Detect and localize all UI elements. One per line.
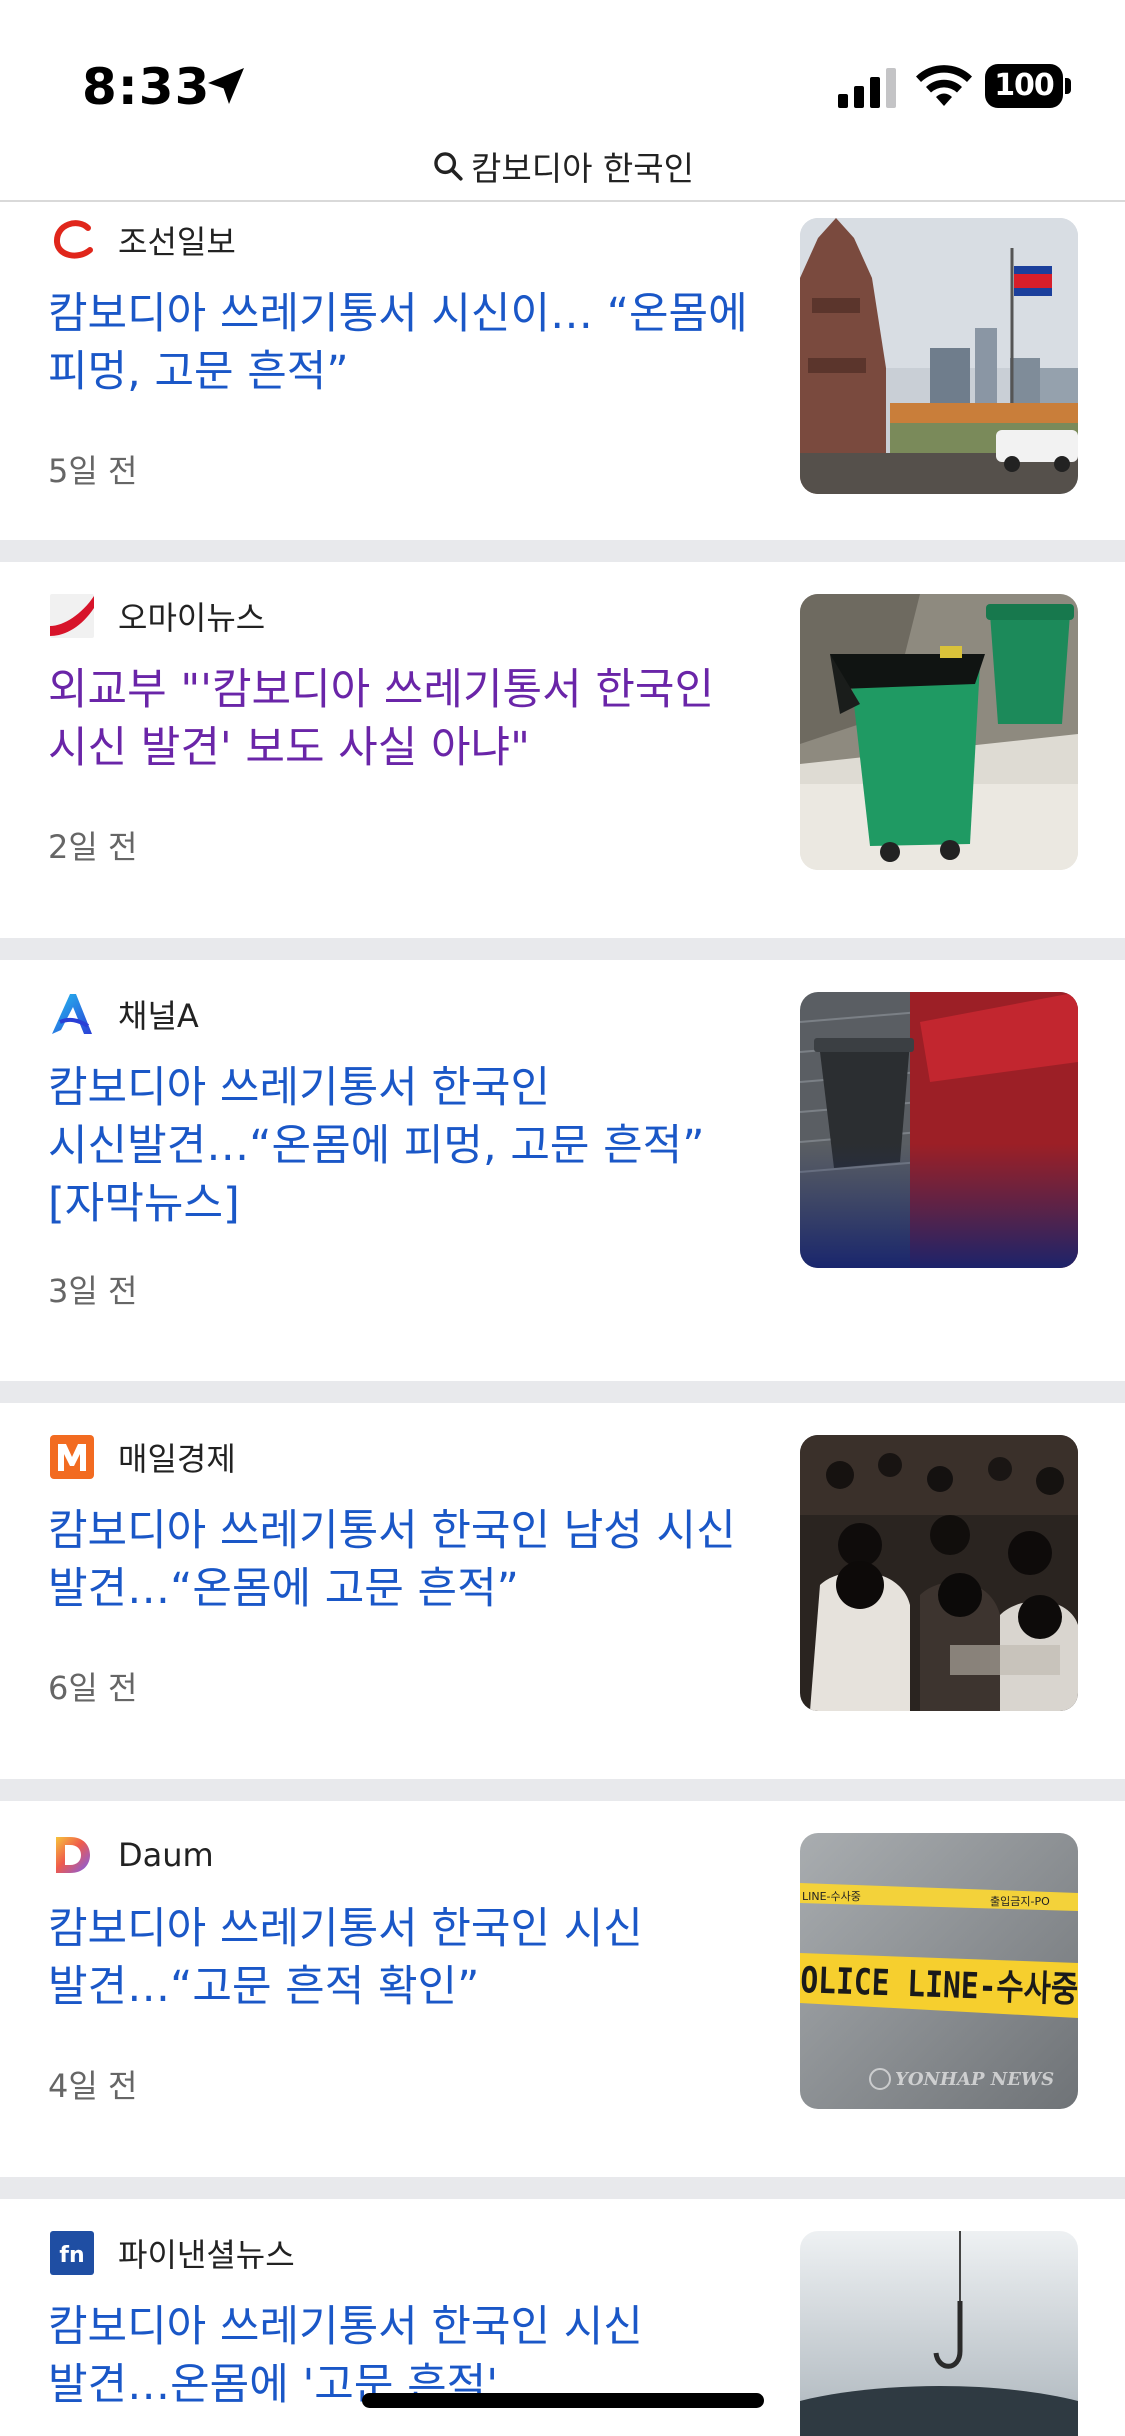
- article-thumbnail[interactable]: [800, 992, 1078, 1268]
- card-separator: [0, 1381, 1125, 1403]
- home-indicator[interactable]: [362, 2393, 764, 2408]
- source-row: fn 파이낸셜뉴스: [48, 2229, 295, 2277]
- published-age: 6일 전: [48, 1669, 138, 1707]
- chosun-logo-icon: [54, 220, 93, 259]
- fish-hook-photo: [800, 2231, 1078, 2436]
- card-separator: [0, 540, 1125, 562]
- tape-top-left-text: LINE-수사중: [802, 1890, 861, 1903]
- headline-link[interactable]: 캄보디아 쓰레기통서 한국인 시신발견…“온몸에 피멍, 고문 흔적” [자막뉴…: [48, 1059, 748, 1233]
- search-query-bar[interactable]: 캄보디아 한국인: [0, 130, 1125, 202]
- daum-logo-icon: [56, 1837, 90, 1873]
- green-trash-bins-photo: [800, 594, 1078, 870]
- source-name: 오마이뉴스: [118, 599, 266, 637]
- battery-level: 100: [985, 64, 1063, 108]
- news-card[interactable]: Daum 캄보디아 쓰레기통서 한국인 시신 발견…“고문 흔적 확인” 4일 …: [0, 1801, 1125, 2177]
- article-thumbnail[interactable]: [800, 594, 1078, 870]
- published-age: 2일 전: [48, 828, 138, 866]
- wifi-icon: [916, 65, 972, 106]
- headline-link[interactable]: 외교부 "'캄보디아 쓰레기통서 한국인 시신 발견' 보도 사실 아냐": [48, 661, 748, 777]
- source-name: 파이낸셜뉴스: [118, 2236, 295, 2274]
- source-name: 매일경제: [118, 1440, 236, 1478]
- published-age: 4일 전: [48, 2067, 138, 2105]
- source-name: 채널A: [118, 997, 199, 1035]
- svg-text:fn: fn: [59, 2243, 84, 2268]
- battery-icon: 100: [985, 64, 1071, 108]
- trash-bin-news-still-photo: [800, 992, 1078, 1268]
- source-row: 매일경제: [48, 1433, 236, 1481]
- source-name: Daum: [118, 1836, 214, 1874]
- article-thumbnail[interactable]: [800, 2231, 1078, 2436]
- article-thumbnail[interactable]: LINE-수사중 출입금지-PO OLICE LINE-수사중 YONHAP N…: [800, 1833, 1078, 2109]
- published-age: 5일 전: [48, 452, 138, 490]
- search-query-text: 캄보디아 한국인: [470, 149, 694, 188]
- published-age: 3일 전: [48, 1272, 138, 1310]
- financial-news-logo-icon: fn: [50, 2231, 94, 2275]
- status-time: 8:33: [82, 58, 211, 116]
- tape-top-right-text: 출입금지-PO: [990, 1895, 1050, 1908]
- source-row: 오마이뉴스: [48, 592, 265, 640]
- source-row: Daum: [48, 1831, 214, 1879]
- article-thumbnail[interactable]: [800, 218, 1078, 494]
- ohmynews-logo-icon: [50, 594, 94, 638]
- independence-monument-photo: [800, 218, 1078, 494]
- source-row: 채널A: [48, 990, 199, 1038]
- location-arrow-icon: [208, 68, 244, 104]
- source-row: 조선일보: [48, 216, 236, 264]
- cellular-signal-icon: [838, 68, 896, 108]
- headline-link[interactable]: 캄보디아 쓰레기통서 시신이… “온몸에 피멍, 고문 흔적”: [48, 285, 748, 401]
- channel-a-logo-icon: [52, 994, 92, 1034]
- card-separator: [0, 938, 1125, 960]
- news-card[interactable]: 오마이뉴스 외교부 "'캄보디아 쓰레기통서 한국인 시신 발견' 보도 사실 …: [0, 562, 1125, 938]
- news-card[interactable]: 매일경제 캄보디아 쓰레기통서 한국인 남성 시신 발견…“온몸에 고문 흔적”…: [0, 1403, 1125, 1779]
- source-name: 조선일보: [118, 223, 236, 261]
- maeil-business-logo-icon: [50, 1435, 94, 1479]
- card-separator: [0, 2177, 1125, 2199]
- card-separator: [0, 1779, 1125, 1801]
- news-feed: 조선일보 캄보디아 쓰레기통서 시신이… “온몸에 피멍, 고문 흔적” 5일 …: [0, 202, 1125, 2436]
- status-bar: 8:33 100: [0, 0, 1125, 135]
- headline-link[interactable]: 캄보디아 쓰레기통서 한국인 시신 발견…“고문 흔적 확인”: [48, 1900, 748, 2016]
- police-line-tape-photo: LINE-수사중 출입금지-PO OLICE LINE-수사중 YONHAP N…: [800, 1833, 1078, 2109]
- news-card[interactable]: 채널A 캄보디아 쓰레기통서 한국인 시신발견…“온몸에 피멍, 고문 흔적” …: [0, 960, 1125, 1381]
- crowd-seated-photo: [800, 1435, 1078, 1711]
- article-thumbnail[interactable]: [800, 1435, 1078, 1711]
- search-icon: [434, 152, 463, 181]
- headline-link[interactable]: 캄보디아 쓰레기통서 한국인 남성 시신 발견…“온몸에 고문 흔적”: [48, 1502, 748, 1618]
- image-watermark: YONHAP NEWS: [895, 2069, 1054, 2090]
- news-card[interactable]: 조선일보 캄보디아 쓰레기통서 시신이… “온몸에 피멍, 고문 흔적” 5일 …: [0, 202, 1125, 540]
